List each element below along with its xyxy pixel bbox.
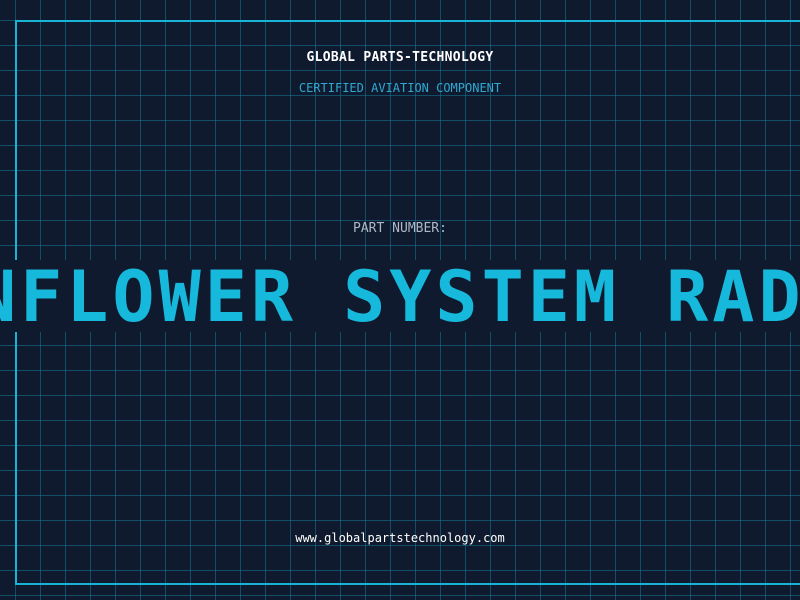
certificate-page: GLOBAL PARTS-TECHNOLOGY CERTIFIED AVIATI… (0, 0, 800, 600)
part-number-value: NFLOWER SYSTEM RAD (0, 260, 800, 332)
part-number-banner: NFLOWER SYSTEM RAD (0, 260, 800, 332)
certification-subtitle: CERTIFIED AVIATION COMPONENT (298, 81, 502, 95)
brand-title: GLOBAL PARTS-TECHNOLOGY (306, 50, 494, 65)
website-url[interactable]: www.globalpartstechnology.com (0, 531, 800, 545)
part-number-label: PART NUMBER: (353, 221, 447, 236)
